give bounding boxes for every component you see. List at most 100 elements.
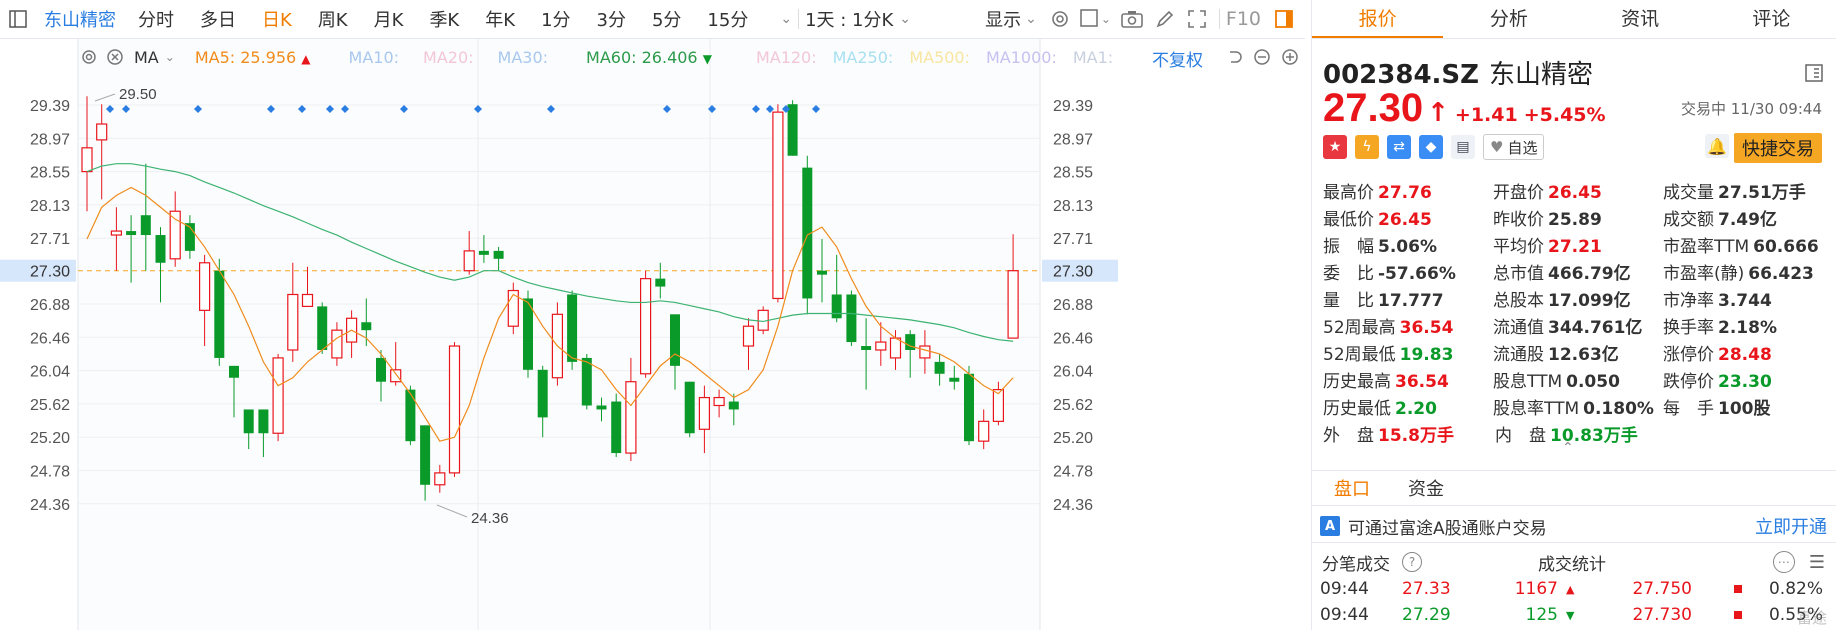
chevron-up-icon[interactable]: ⌃ [1562,440,1574,456]
stat-cell: 市盈率(静) 66.423 [1663,259,1833,284]
stat-label: 每 手 [1663,399,1714,419]
depth-tabs: 盘口 资金 [1312,470,1836,506]
triangle-up-icon: ▲ [1566,582,1575,596]
stat-cell: 开盘价 26.45 [1493,178,1663,203]
stat-cell: 换手率 2.18% [1663,313,1833,338]
camera-icon[interactable] [1115,4,1149,34]
period-4[interactable]: 周K [318,6,348,32]
quick-trade-button[interactable]: 快捷交易 [1734,133,1822,163]
stat-cell: 52周最高 36.54 [1323,313,1493,338]
open-now-link[interactable]: 立即开通 [1755,513,1827,539]
y-tick-label-left: 25.20 [30,430,70,447]
stat-value: 60.666 [1753,237,1819,257]
settings-icon[interactable] [1045,4,1075,34]
y-tick-label-left: 28.55 [30,165,70,182]
period-5[interactable]: 月K [374,6,404,32]
tab-2[interactable]: 分析 [1443,0,1574,38]
help-icon[interactable]: ? [1402,552,1422,572]
stat-label: 内 盘 [1495,426,1546,446]
more-icon[interactable]: ⋯ [1772,551,1795,573]
stats-row: 历史最低 2.20 股息率TTM 0.180% 每 手 100股 [1323,393,1833,420]
period-8[interactable]: 1分 [541,6,570,32]
stat-label: 量 比 [1323,291,1374,311]
current-price-label-left: 27.30 [30,264,70,281]
candle-body [463,250,475,272]
stat-value: 2.20 [1395,399,1437,419]
period-10[interactable]: 5分 [652,6,681,32]
chevron-down-icon[interactable]: ⌄ [1025,11,1037,27]
stat-label: 昨收价 [1493,210,1544,230]
kline-chart[interactable]: 29.39 29.39 28.97 28.97 28.55 28.55 28.13 28.13… [0,39,1305,630]
stat-cell: 流通值 344.761亿 [1493,313,1663,338]
tag-icon[interactable]: ◆ [1419,135,1443,159]
lightning-icon[interactable]: ϟ [1355,135,1379,159]
stat-value: 12.63亿 [1548,345,1619,365]
tab-1[interactable]: 报价 [1312,0,1444,38]
period-2[interactable]: 多日 [200,6,236,32]
menu-icon[interactable]: ☰ [1809,552,1825,573]
chevron-down-icon[interactable]: ⌄ [899,11,911,27]
draw-box-icon[interactable]: ⌄ [1075,4,1115,34]
period-7[interactable]: 年K [485,6,515,32]
close-icon[interactable] [106,48,124,66]
display-menu[interactable]: 显示 [985,6,1021,32]
shuffle-icon[interactable]: ⇄ [1387,135,1411,159]
zoom-out-icon[interactable] [1252,47,1272,67]
y-tick-label-left: 26.88 [30,297,70,314]
stat-label: 市盈率TTM [1663,237,1750,257]
range-selector[interactable]: 1天 : 1分K [805,6,893,32]
depth-tab-2[interactable]: 资金 [1408,475,1444,501]
candle-body [713,396,725,407]
chevron-down-icon[interactable]: ⌄ [780,11,792,27]
sidebar-toggle-icon[interactable] [6,7,30,31]
china-flag-icon[interactable]: ★ [1323,135,1347,159]
kline-svg[interactable]: 29.39 29.39 28.97 28.97 28.55 28.55 28.13 28.13… [0,39,1305,630]
period-6[interactable]: 季K [429,6,459,32]
triangle-down-icon: ▼ [1566,608,1575,622]
y-tick-label-left: 28.13 [30,198,70,215]
candle-body [978,420,990,442]
stock-title-link[interactable]: 东山精密 [44,6,116,32]
stat-value: 25.89 [1548,210,1602,230]
watchlist-button[interactable]: ♥ 自选 [1483,134,1545,160]
adjust-toggle[interactable]: 不复权 [1152,46,1203,71]
fullscreen-icon[interactable] [1181,4,1213,34]
zoom-in-icon[interactable] [1280,47,1300,67]
panel-toggle-icon[interactable] [1269,4,1299,34]
ma-label[interactable]: MA [134,48,159,67]
undo-icon[interactable] [1225,47,1245,67]
settings-icon[interactable] [80,48,98,66]
tab-3[interactable]: 资讯 [1575,0,1706,38]
ma500-value: MA500: [909,47,970,67]
divider [1218,9,1220,29]
stat-cell: 总股本 17.099亿 [1493,286,1663,311]
tab-4[interactable]: 评论 [1706,0,1836,38]
period-9[interactable]: 3分 [597,6,626,32]
y-tick-label-left: 27.71 [30,231,70,248]
stat-value: 26.45 [1548,183,1602,203]
depth-tab-1[interactable]: 盘口 [1334,475,1370,501]
stat-value: 3.744 [1718,291,1772,311]
stat-label: 历史最低 [1323,399,1391,419]
trade-section: 分笔成交 ? 成交统计 ⋯ ☰ 09:44 27.33 1167 ▲ 27.750 0.8… [1312,548,1836,628]
period-1[interactable]: 分时 [138,6,174,32]
stat-value: -57.66% [1378,264,1456,284]
hk-connect-banner: A 可通过富途A股通账户交易 立即开通 [1312,510,1836,543]
f10-button[interactable]: F10 [1226,8,1261,30]
stats-row: 52周最低 19.83 流通股 12.63亿 涨停价 28.48 [1323,339,1833,366]
stat-label: 历史最高 [1323,372,1391,392]
period-11[interactable]: 15分 [707,6,748,32]
candle-body [817,270,827,275]
stat-cell: 总市值 466.79亿 [1493,259,1663,284]
chevron-down-icon[interactable]: ⌄ [165,50,175,64]
stat-cell: 每 手 100股 [1663,394,1833,419]
bell-icon[interactable]: 🔔 [1705,134,1729,158]
list-icon[interactable] [1803,62,1825,84]
note-icon[interactable]: ▤ [1451,135,1475,159]
heart-icon: ♥ [1490,138,1504,156]
period-3[interactable]: 日K [262,6,292,32]
candle-body [611,401,622,454]
candle-body [493,250,504,259]
candle-body [581,357,592,406]
pen-icon[interactable] [1149,4,1181,34]
